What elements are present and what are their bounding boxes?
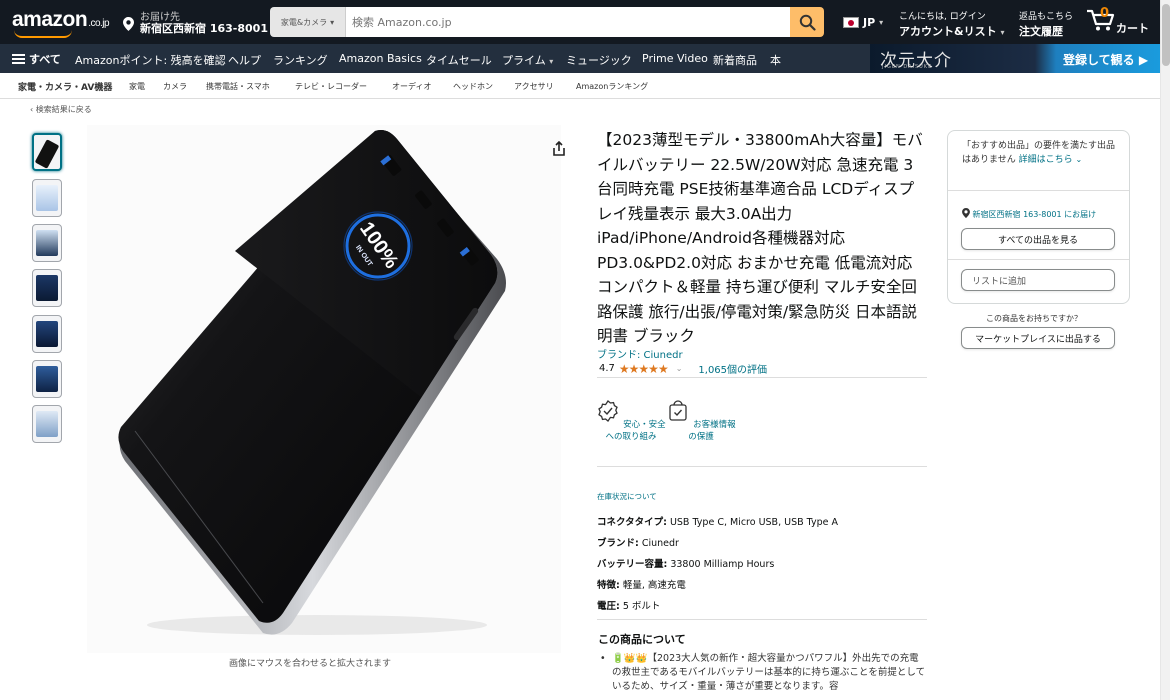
about-bullet: • 🔋👑👑【2023大人気の新作・超大容量かつパワフル】外出先での充電の救世主であ… (600, 653, 926, 692)
ratings-count-link[interactable]: 1,065個の評価 (698, 361, 767, 376)
rating-row: 4.7 ★★★★★ ⌄ 1,065個の評価 (599, 361, 767, 377)
subnav-item[interactable]: テレビ・レコーダー (295, 81, 367, 92)
see-all-offers-button[interactable]: すべての出品を見る (961, 228, 1115, 250)
japan-flag-icon (843, 17, 859, 28)
search-input[interactable] (346, 7, 790, 37)
divider (948, 190, 1129, 191)
buy-box: 「おすすめ出品」の要件を満たす出品はありません 詳細はこちら ⌄ 新宿区西新宿 … (947, 130, 1130, 304)
subnav-item[interactable]: 家電・カメラ・AV機器 (18, 80, 112, 93)
nav-item-ranking[interactable]: ランキング (273, 52, 328, 68)
subnav-item[interactable]: Amazonランキング (576, 81, 648, 92)
language-selector[interactable]: JP ▾ (843, 16, 883, 29)
top-nav: amazon.co.jp お届け先 新宿区西新宿 163-8001 家電&カメラ… (0, 0, 1170, 44)
add-to-list-button[interactable]: リストに追加 (961, 269, 1115, 291)
dropdown-caret-icon: ▾ (330, 17, 335, 27)
no-featured-offer-message: 「おすすめ出品」の要件を満たす出品はありません 詳細はこちら ⌄ (962, 141, 1116, 165)
category-subnav: 家電・カメラ・AV機器 家電 カメラ 携帯電話・スマホ テレビ・レコーダー オー… (0, 73, 1170, 99)
nav-item-basics[interactable]: Amazon Basics (339, 52, 422, 65)
thumbnail[interactable] (32, 405, 62, 443)
main-nav: すべて Amazonポイント: 残高を確認 ヘルプ ランキング Amazon B… (0, 44, 1170, 73)
about-heading: この商品について (598, 633, 686, 646)
spec-row: 特徴: 軽量, 高速充電 (597, 580, 686, 591)
search-category-select[interactable]: 家電&カメラ ▾ (270, 7, 346, 37)
spec-row: コネクタタイプ: USB Type C, Micro USB, USB Type… (597, 517, 838, 528)
secure-bag-icon (669, 400, 688, 421)
nav-item-prime[interactable]: プライム ▾ (502, 52, 553, 68)
thumbnail[interactable] (32, 179, 62, 217)
cart-button[interactable]: 0 カート (1086, 6, 1149, 35)
product-title: 【2023薄型モデル・33800mAh大容量】モバイルバッテリー 22.5W/2… (597, 131, 923, 345)
subnav-item[interactable]: オーディオ (392, 81, 431, 92)
nav-item-points[interactable]: Amazonポイント: 残高を確認 (75, 52, 226, 68)
page-scrollbar[interactable] (1160, 0, 1170, 700)
brand-link[interactable]: ブランド: Ciunedr (597, 346, 683, 361)
thumbnail[interactable] (32, 224, 62, 262)
feature-safety[interactable]: 安心・安全への取り組み (596, 399, 666, 443)
search-button[interactable] (790, 7, 824, 37)
banner-cta[interactable]: 登録して観る ▶ (1063, 51, 1148, 68)
thumbnail[interactable] (32, 269, 62, 307)
amazon-logo[interactable]: amazon.co.jp (12, 8, 110, 38)
subnav-item[interactable]: アクセサリ (514, 81, 554, 92)
divider (948, 259, 1129, 260)
nav-item-prime-video[interactable]: Prime Video (642, 52, 708, 65)
divider (597, 619, 927, 620)
all-menu-button[interactable]: すべて (12, 51, 61, 67)
subnav-item[interactable]: ヘッドホン (453, 81, 493, 92)
location-pin-icon (962, 208, 970, 218)
power-bank-image: 100% IN OUT (118, 130, 506, 635)
share-button[interactable] (551, 140, 567, 157)
divider (597, 377, 927, 378)
nav-item-books[interactable]: 本 (770, 52, 781, 68)
spec-row: 電圧: 5 ボルト (597, 601, 661, 612)
divider (597, 466, 927, 467)
subnav-item[interactable]: 家電 (129, 81, 145, 92)
thumbnail[interactable] (32, 315, 62, 353)
sell-on-marketplace-button[interactable]: マーケットプレイスに出品する (961, 327, 1115, 349)
rating-caret-icon[interactable]: ⌄ (676, 364, 683, 373)
search-icon (799, 14, 816, 31)
star-rating-icon[interactable]: ★★★★★ (619, 362, 669, 376)
nav-item-help[interactable]: ヘルプ (228, 52, 261, 68)
sell-question: この商品をお持ちですか？ (986, 314, 1082, 323)
product-main-image[interactable]: 100% IN OUT (87, 125, 561, 653)
nav-item-new[interactable]: 新着商品 (713, 52, 757, 68)
nav-item-timesale[interactable]: タイムセール (426, 52, 492, 68)
search-bar: 家電&カメラ ▾ (270, 7, 824, 37)
zoom-hint: 画像にマウスを合わせると拡大されます (229, 659, 392, 669)
account-menu[interactable]: こんにちは, ログイン アカウント&リスト ▾ (899, 9, 1004, 39)
rating-value: 4.7 (599, 363, 615, 374)
thumbnail[interactable] (32, 360, 62, 398)
shield-badge-icon (598, 400, 619, 422)
subnav-item[interactable]: 携帯電話・スマホ (206, 81, 270, 92)
feature-privacy[interactable]: お客様情報の保護 (666, 399, 736, 443)
back-to-results-link[interactable]: ‹ 検索結果に戻る (30, 104, 92, 115)
share-icon (553, 140, 565, 156)
subnav-item[interactable]: カメラ (163, 81, 187, 92)
stock-info-link[interactable]: 在庫状況について (597, 491, 657, 502)
spec-row: ブランド: Ciunedr (597, 538, 679, 549)
hamburger-icon (12, 54, 25, 64)
orders-link[interactable]: 返品もこちら 注文履歴 (1019, 9, 1073, 39)
location-pin-icon (123, 17, 134, 35)
spec-row: バッテリー容量: 33800 Milliamp Hours (597, 559, 775, 570)
prime-video-banner[interactable]: 次元大介 JIGEN DAISUKE 登録して観る ▶ (870, 44, 1170, 73)
delivery-location-link[interactable]: 新宿区西新宿 163-8001 にお届け (962, 208, 1096, 220)
scrollbar-thumb[interactable] (1162, 4, 1170, 66)
cart-count: 0 (1100, 6, 1110, 21)
details-link[interactable]: 詳細はこちら (1019, 155, 1073, 165)
nav-item-music[interactable]: ミュージック (566, 52, 632, 68)
thumbnail[interactable] (32, 133, 62, 171)
